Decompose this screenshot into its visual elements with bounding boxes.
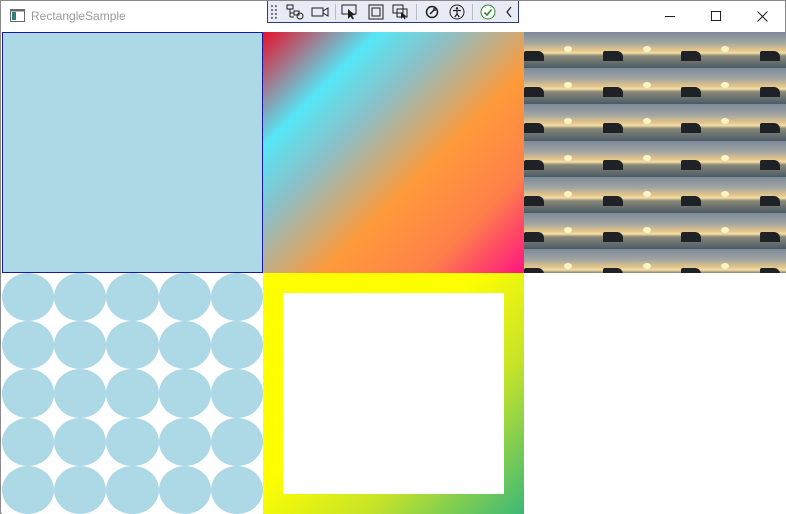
live-visual-tree-icon	[286, 4, 304, 19]
close-icon	[756, 10, 768, 22]
pattern-circle	[158, 417, 211, 466]
rect-gradient-border-inner	[283, 293, 504, 494]
pattern-circle	[210, 465, 263, 514]
sunset-tile	[681, 104, 760, 141]
rect-linear-gradient	[263, 32, 524, 273]
pattern-circle	[54, 417, 107, 466]
pattern-circle	[158, 465, 211, 514]
sunset-tile	[524, 140, 603, 177]
sunset-tile	[681, 68, 760, 105]
video-camera-icon	[311, 6, 329, 17]
sunset-tile	[602, 249, 681, 273]
sunset-tile	[759, 32, 786, 69]
pattern-circle	[2, 465, 55, 514]
pattern-circle	[2, 369, 55, 418]
pattern-circle	[2, 417, 55, 466]
pattern-circle	[210, 273, 263, 322]
minimize-icon	[665, 16, 675, 17]
sunset-tile	[681, 176, 760, 213]
chevron-left-icon	[506, 6, 512, 17]
pattern-circle	[106, 417, 159, 466]
pattern-circle	[106, 465, 159, 514]
pattern-circle	[2, 273, 55, 322]
pattern-circle	[210, 321, 263, 370]
maximize-button[interactable]	[693, 1, 739, 31]
sunset-tile	[759, 176, 786, 213]
hot-reload-button[interactable]	[419, 2, 444, 22]
rect-empty	[524, 273, 786, 514]
app-icon	[10, 9, 25, 22]
pattern-circle	[54, 465, 107, 514]
pattern-circle	[2, 321, 55, 370]
xaml-debug-toolbar	[267, 1, 519, 23]
sunset-tile	[524, 176, 603, 213]
toolbar-separator	[416, 3, 418, 20]
pattern-circle	[54, 321, 107, 370]
pattern-circle	[158, 321, 211, 370]
drag-grip-icon[interactable]	[270, 3, 280, 21]
window-title: RectangleSample	[31, 9, 126, 23]
rect-solid-lightblue	[2, 32, 263, 273]
rectangle-grid	[2, 32, 786, 514]
sunset-tile	[524, 32, 603, 69]
sunset-tile	[602, 32, 681, 69]
select-element-icon	[341, 4, 357, 19]
sunset-tile	[759, 249, 786, 273]
sunset-tile	[681, 212, 760, 250]
tiled-sunset-image	[524, 32, 786, 273]
sunset-tile	[524, 104, 603, 141]
pattern-circle	[106, 369, 159, 418]
toolbar-separator	[334, 3, 336, 20]
sunset-tile	[602, 68, 681, 105]
app-window: RectangleSample	[0, 0, 786, 514]
sunset-tile	[602, 104, 681, 141]
pattern-circle	[210, 369, 263, 418]
checkmark-circle-icon	[480, 4, 496, 19]
live-visual-tree-button[interactable]	[282, 2, 307, 22]
select-element-button[interactable]	[338, 2, 363, 22]
sunset-tile	[602, 212, 681, 250]
sunset-tile	[759, 212, 786, 250]
sunset-tile	[602, 176, 681, 213]
hot-reload-icon	[425, 5, 438, 18]
pattern-circle	[106, 321, 159, 370]
sunset-tile	[524, 68, 603, 105]
close-button[interactable]	[739, 1, 785, 31]
track-focused-button[interactable]	[389, 2, 414, 22]
sunset-tile	[524, 249, 603, 273]
rect-gradient-border	[263, 273, 524, 514]
pattern-circle	[106, 273, 159, 322]
sunset-tile	[524, 212, 603, 250]
ui-verified-indicator[interactable]	[475, 2, 500, 22]
pattern-circle	[54, 369, 107, 418]
sunset-tile	[759, 140, 786, 177]
sunset-tile	[681, 32, 760, 69]
sunset-tile	[681, 140, 760, 177]
pattern-circle	[54, 273, 107, 322]
record-button[interactable]	[307, 2, 332, 22]
rect-image-tiles	[524, 32, 786, 273]
sunset-tile	[759, 68, 786, 105]
maximize-icon	[711, 11, 721, 21]
pattern-circle	[210, 417, 263, 466]
display-adorners-button[interactable]	[363, 2, 388, 22]
circle-pattern	[2, 273, 263, 514]
sunset-tile	[602, 140, 681, 177]
display-layout-adorners-icon	[368, 4, 384, 19]
accessibility-icon	[449, 4, 465, 19]
pattern-circle	[158, 273, 211, 322]
accessibility-button[interactable]	[444, 2, 469, 22]
rect-circle-pattern	[2, 273, 263, 514]
sunset-tile	[759, 104, 786, 141]
track-focused-element-icon	[392, 4, 408, 19]
minimize-button[interactable]	[647, 1, 693, 31]
toolbar-separator	[471, 3, 473, 20]
sunset-tile	[681, 249, 760, 273]
collapse-toolbar-button[interactable]	[500, 2, 518, 22]
pattern-circle	[158, 369, 211, 418]
